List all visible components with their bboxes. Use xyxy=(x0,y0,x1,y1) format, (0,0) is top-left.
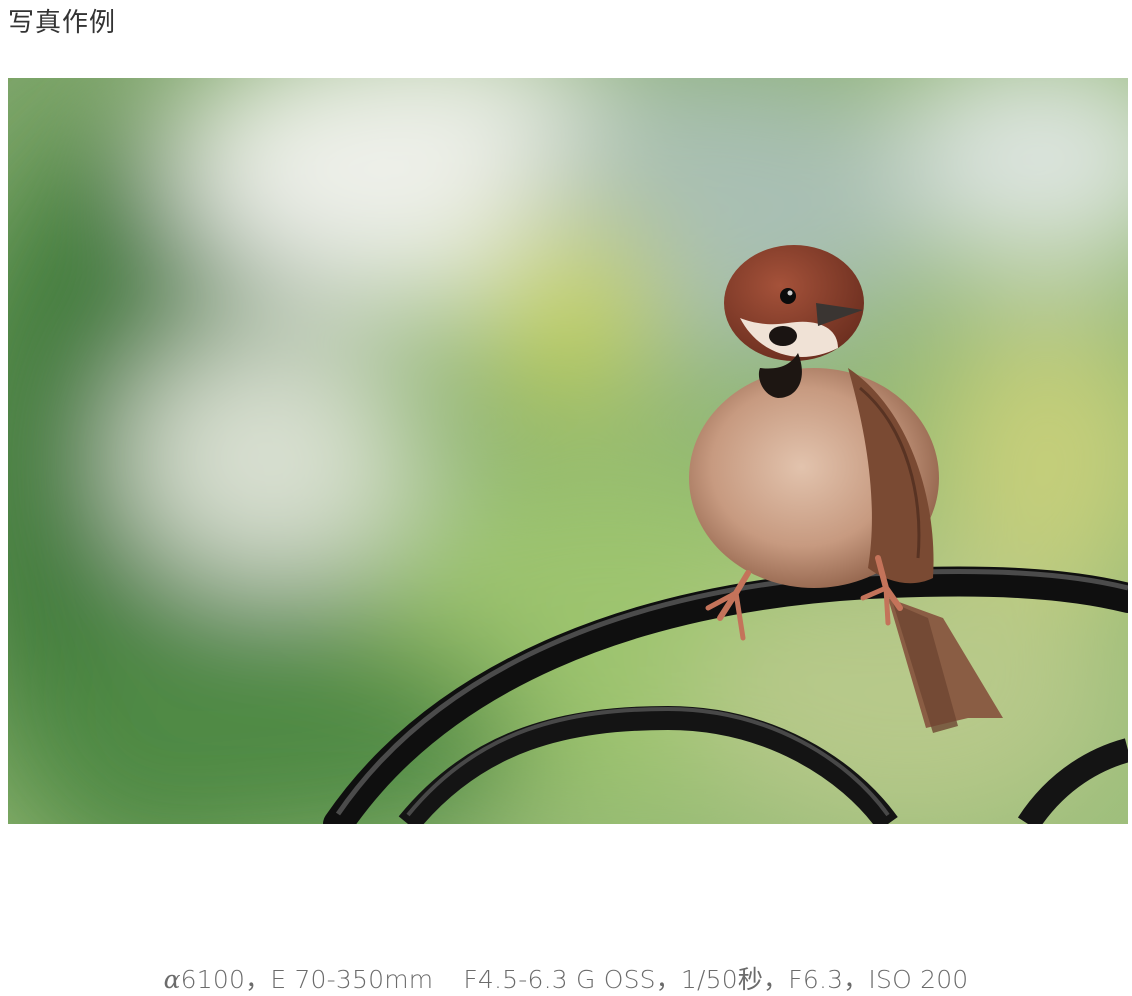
lens-spec: F4.5-6.3 G OSS xyxy=(463,965,656,994)
sample-photo xyxy=(8,78,1128,824)
separator: ， xyxy=(763,965,789,994)
aperture: F6.3 xyxy=(788,965,844,994)
sparrow-photo-illustration xyxy=(8,78,1128,824)
separator: ， xyxy=(245,965,271,994)
separator: ， xyxy=(843,965,869,994)
separator: ， xyxy=(655,965,681,994)
camera-model: 6100 xyxy=(180,965,246,994)
shutter-speed: 1/50秒 xyxy=(680,965,764,994)
lens-name: E 70-350mm xyxy=(270,965,434,994)
page-title: 写真作例 xyxy=(8,8,117,38)
iso-value: ISO 200 xyxy=(868,965,969,994)
photo-caption: α6100，E 70-350mm F4.5-6.3 G OSS，1/50秒，F6.… xyxy=(0,960,1132,996)
camera-symbol: α xyxy=(163,965,181,994)
